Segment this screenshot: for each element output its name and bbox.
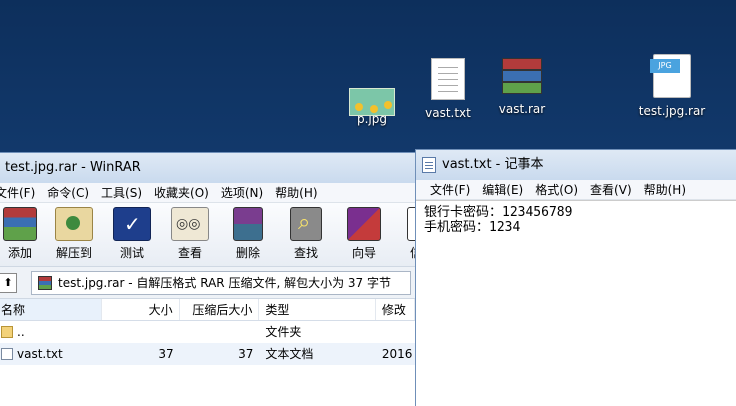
notepad-icon <box>422 157 436 173</box>
info-button[interactable]: 信息 <box>393 203 415 261</box>
delete-icon <box>233 207 263 241</box>
delete-button[interactable]: 删除 <box>219 203 277 261</box>
column-modified[interactable]: 修改 <box>376 299 415 320</box>
winrar-titlebar[interactable]: test.jpg.rar - WinRAR <box>0 153 415 183</box>
menu-file[interactable]: 文件(F) <box>424 180 476 199</box>
archive-path-text: test.jpg.rar - 自解压格式 RAR 压缩文件, 解包大小为 37 … <box>58 276 391 290</box>
text-line: 银行卡密码：123456789 <box>424 205 573 220</box>
path-bar: ⬆ test.jpg.rar - 自解压格式 RAR 压缩文件, 解包大小为 3… <box>0 267 415 299</box>
extract-to-button[interactable]: 解压到 <box>45 203 103 261</box>
up-folder-button[interactable]: ⬆ <box>0 272 17 293</box>
test-icon <box>113 207 151 241</box>
file-list-header: 名称 大小 压缩后大小 类型 修改 <box>0 299 415 321</box>
winrar-menubar: 文件(F)命令(C)工具(S)收藏夹(O)选项(N)帮助(H) <box>0 183 415 203</box>
desktop-icon-vast-txt[interactable]: vast.txt <box>408 58 488 120</box>
notepad-text-area[interactable]: 银行卡密码：123456789 手机密码：1234 <box>416 200 736 406</box>
column-packed-size[interactable]: 压缩后大小 <box>180 299 260 320</box>
notepad-window[interactable]: vast.txt - 记事本 文件(F) 编辑(E) 格式(O) 查看(V) 帮助(H)… <box>415 149 736 406</box>
menu-favorites[interactable]: 收藏夹(O) <box>148 183 215 202</box>
add-icon <box>3 207 37 241</box>
file-row-parent[interactable]: .. 文件夹 <box>0 321 415 343</box>
desktop-icon-test-jpg-rar[interactable]: JPG test.jpg.rar <box>632 54 712 118</box>
menu-options[interactable]: 选项(N) <box>215 183 269 202</box>
window-title: test.jpg.rar - WinRAR <box>5 160 141 175</box>
info-icon <box>407 207 415 241</box>
jpg-file-icon: JPG <box>650 54 691 98</box>
find-button[interactable]: 查找 <box>277 203 335 261</box>
wizard-button[interactable]: 向导 <box>335 203 393 261</box>
find-icon <box>290 207 322 241</box>
image-file-icon <box>349 88 395 116</box>
text-file-icon <box>1 348 13 360</box>
jpg-badge: JPG <box>650 59 680 73</box>
menu-view[interactable]: 查看(V) <box>584 180 638 199</box>
column-name[interactable]: 名称 <box>0 299 102 320</box>
extract-icon <box>55 207 93 241</box>
desktop-icon-p-jpg[interactable]: p.jpg <box>332 58 412 126</box>
menu-format[interactable]: 格式(O) <box>529 180 584 199</box>
menu-commands[interactable]: 命令(C) <box>41 183 95 202</box>
text-file-icon <box>431 58 465 100</box>
rar-archive-icon <box>38 275 52 290</box>
menu-tools[interactable]: 工具(S) <box>95 183 148 202</box>
test-button[interactable]: 测试 <box>103 203 161 261</box>
notepad-menubar: 文件(F) 编辑(E) 格式(O) 查看(V) 帮助(H) <box>416 180 736 200</box>
wizard-icon <box>347 207 381 241</box>
archive-path-field[interactable]: test.jpg.rar - 自解压格式 RAR 压缩文件, 解包大小为 37 … <box>31 270 411 295</box>
menu-file[interactable]: 文件(F) <box>0 183 41 202</box>
menu-edit[interactable]: 编辑(E) <box>476 180 529 199</box>
folder-icon <box>1 326 13 338</box>
winrar-window[interactable]: test.jpg.rar - WinRAR 文件(F)命令(C)工具(S)收藏夹… <box>0 152 416 406</box>
menu-help[interactable]: 帮助(H) <box>638 180 692 199</box>
view-button[interactable]: 查看 <box>161 203 219 261</box>
rar-archive-icon <box>502 56 542 96</box>
view-icon <box>171 207 209 241</box>
desktop-icon-label: vast.rar <box>498 102 546 116</box>
desktop-icon-label: vast.txt <box>425 106 471 120</box>
window-title: vast.txt - 记事本 <box>442 157 544 172</box>
menu-help[interactable]: 帮助(H) <box>269 183 323 202</box>
file-row-vast-txt[interactable]: vast.txt 37 37 文本文档 2016 <box>0 343 415 365</box>
notepad-titlebar[interactable]: vast.txt - 记事本 <box>416 150 736 180</box>
desktop-icon-label: test.jpg.rar <box>638 104 706 118</box>
file-list[interactable]: 名称 大小 压缩后大小 类型 修改 .. 文件夹 vast.txt 37 37 … <box>0 299 415 406</box>
add-button[interactable]: 添加 <box>0 203 45 261</box>
text-line: 手机密码：1234 <box>424 220 521 235</box>
winrar-toolbar: 添加解压到测试查看删除查找向导信息 <box>0 203 415 267</box>
desktop-icon-vast-rar[interactable]: vast.rar <box>482 56 562 116</box>
column-size[interactable]: 大小 <box>102 299 180 320</box>
up-arrow-icon: ⬆ <box>3 275 13 289</box>
column-type[interactable]: 类型 <box>259 299 376 320</box>
